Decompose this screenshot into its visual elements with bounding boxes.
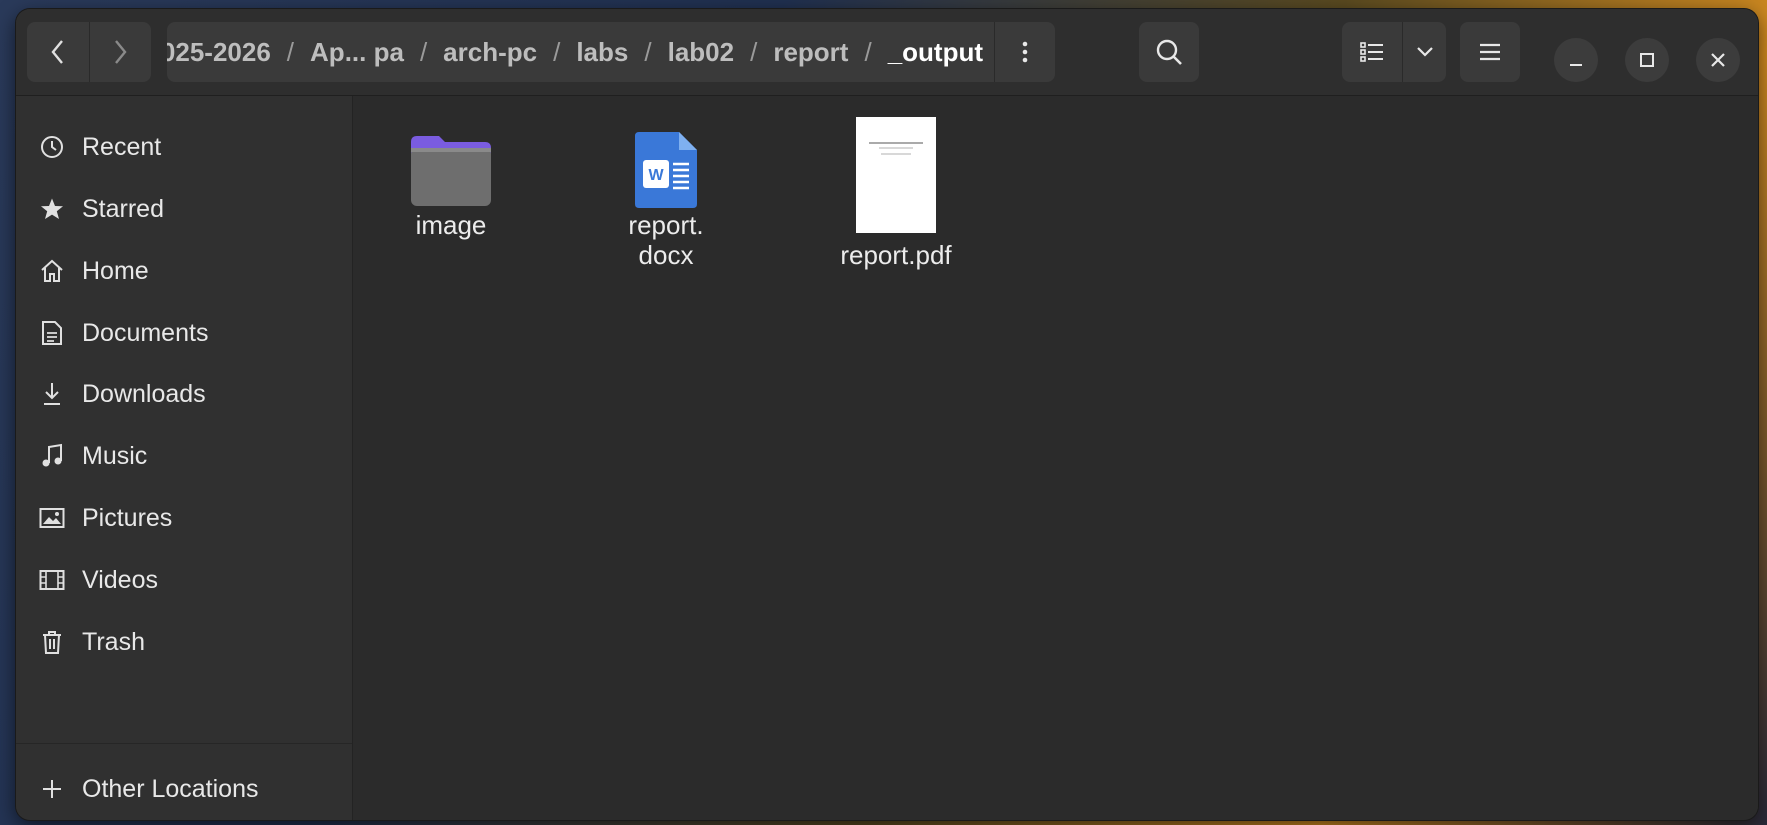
sidebar-item-label: Other Locations xyxy=(82,774,259,803)
minimize-icon xyxy=(1570,64,1582,66)
main-menu-button[interactable] xyxy=(1460,22,1520,82)
navigation-buttons xyxy=(27,22,151,82)
sidebar-item-downloads[interactable]: Downloads xyxy=(16,363,352,425)
sidebar-item-videos[interactable]: Videos xyxy=(16,549,352,611)
sidebar-item-label: Documents xyxy=(82,318,209,347)
file-name: image xyxy=(415,210,487,240)
sidebar-item-label: Music xyxy=(82,441,148,470)
breadcrumb-separator: / xyxy=(644,36,652,67)
folder-icon xyxy=(411,136,491,206)
sidebar: Recent Starred Home Documents Downloads … xyxy=(16,96,353,820)
path-bar: 2025-2026 / Ap... pa / arch-pc / labs / … xyxy=(167,22,1055,82)
breadcrumb-separator: / xyxy=(750,36,758,67)
sidebar-item-label: Pictures xyxy=(82,503,173,532)
sidebar-item-label: Starred xyxy=(82,194,164,223)
sidebar-item-home[interactable]: Home xyxy=(16,240,352,302)
file-item-report-pdf[interactable]: report.pdf xyxy=(816,116,976,270)
sidebar-item-other-locations[interactable]: Other Locations xyxy=(16,758,352,820)
file-item-image[interactable]: image xyxy=(391,130,511,240)
sidebar-item-music[interactable]: Music xyxy=(16,425,352,487)
home-icon xyxy=(38,257,66,285)
file-manager-window: 2025-2026 / Ap... pa / arch-pc / labs / … xyxy=(16,9,1758,820)
file-view: image W report. docx report.pdf xyxy=(353,96,1758,820)
plus-icon xyxy=(38,775,66,803)
file-name: report.pdf xyxy=(840,240,952,270)
search-icon xyxy=(1156,39,1182,65)
pdf-thumbnail-icon xyxy=(856,117,936,233)
maximize-button[interactable] xyxy=(1625,38,1669,82)
breadcrumb: 2025-2026 / Ap... pa / arch-pc / labs / … xyxy=(167,22,983,82)
file-item-report-docx[interactable]: W report. docx xyxy=(606,130,726,270)
star-icon xyxy=(38,195,66,223)
list-view-button[interactable] xyxy=(1342,22,1403,82)
view-options-dropdown[interactable] xyxy=(1403,22,1446,82)
chevron-right-icon xyxy=(115,40,127,64)
breadcrumb-item-ap[interactable]: Ap... pa xyxy=(310,37,404,68)
sidebar-item-label: Trash xyxy=(82,627,145,656)
vertical-dots-icon xyxy=(1022,41,1028,63)
pictures-icon xyxy=(38,504,66,532)
search-button[interactable] xyxy=(1139,22,1199,82)
chevron-down-icon xyxy=(1416,47,1433,57)
sidebar-item-label: Recent xyxy=(82,132,162,161)
chevron-left-icon xyxy=(51,40,63,64)
breadcrumb-separator: / xyxy=(553,36,561,67)
forward-button[interactable] xyxy=(88,22,152,82)
sidebar-item-recent[interactable]: Recent xyxy=(16,116,352,178)
breadcrumb-separator: / xyxy=(286,36,295,67)
sidebar-item-trash[interactable]: Trash xyxy=(16,611,352,673)
breadcrumb-item-lab02[interactable]: lab02 xyxy=(668,37,735,68)
document-icon xyxy=(38,319,66,347)
list-view-icon xyxy=(1360,42,1383,62)
svg-text:W: W xyxy=(648,167,664,184)
minimize-button[interactable] xyxy=(1554,38,1598,82)
breadcrumb-item-current[interactable]: _output xyxy=(888,37,983,68)
videos-icon xyxy=(38,566,66,594)
close-button[interactable] xyxy=(1696,38,1740,82)
hamburger-menu-icon xyxy=(1480,43,1500,61)
music-icon xyxy=(38,442,66,470)
word-document-icon: W xyxy=(635,132,697,208)
sidebar-item-label: Videos xyxy=(82,565,158,594)
maximize-icon xyxy=(1640,53,1654,67)
sidebar-item-pictures[interactable]: Pictures xyxy=(16,487,352,549)
clock-icon xyxy=(38,133,66,161)
file-name: report. docx xyxy=(628,210,704,270)
breadcrumb-item-report[interactable]: report xyxy=(773,37,848,68)
back-button[interactable] xyxy=(27,22,89,82)
breadcrumb-separator: / xyxy=(419,36,428,67)
sidebar-divider xyxy=(16,743,352,744)
sidebar-item-documents[interactable]: Documents xyxy=(16,302,352,364)
sidebar-item-label: Home xyxy=(82,256,149,285)
sidebar-item-label: Downloads xyxy=(82,379,206,408)
view-mode-group xyxy=(1342,22,1446,82)
download-icon xyxy=(38,380,66,408)
path-menu-button[interactable] xyxy=(994,22,1055,82)
breadcrumb-item-arch-pc[interactable]: arch-pc xyxy=(443,37,537,68)
breadcrumb-item-labs[interactable]: labs xyxy=(576,37,628,68)
sidebar-item-starred[interactable]: Starred xyxy=(16,178,352,240)
breadcrumb-item-year[interactable]: 2025-2026 xyxy=(167,37,271,68)
trash-icon xyxy=(38,628,66,656)
close-icon xyxy=(1711,53,1725,67)
header-bar: 2025-2026 / Ap... pa / arch-pc / labs / … xyxy=(16,9,1758,96)
breadcrumb-separator: / xyxy=(864,36,872,67)
